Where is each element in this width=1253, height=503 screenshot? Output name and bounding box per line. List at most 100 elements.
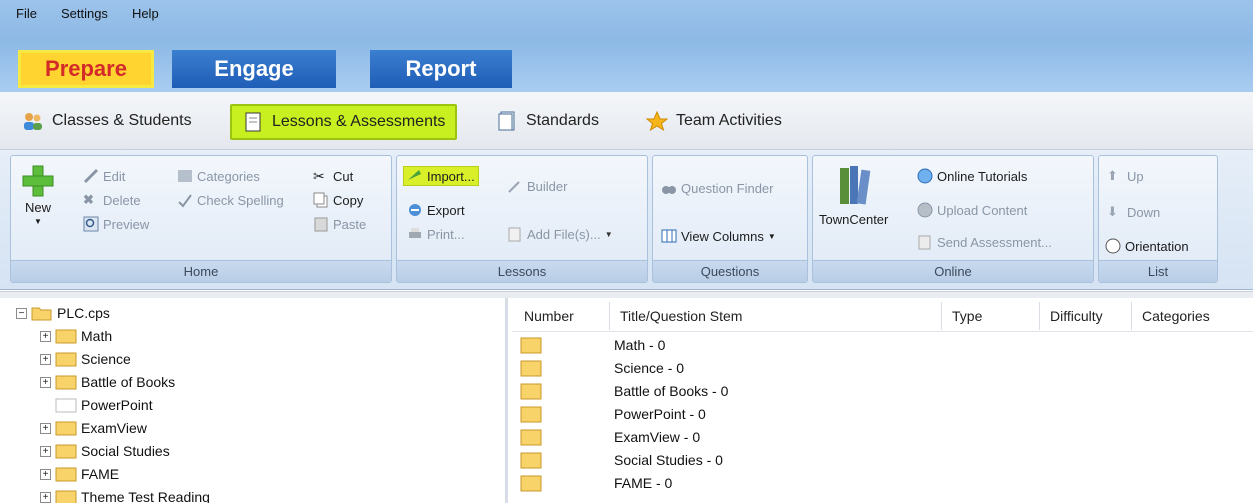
tree-item[interactable]: + FAME [40, 463, 119, 485]
view-columns-button[interactable]: View Columns ▼ [661, 228, 776, 244]
tree-item-label: FAME [81, 466, 120, 482]
expand-icon[interactable]: + [40, 353, 51, 365]
view-columns-label: View Columns [681, 228, 764, 244]
tab-engage[interactable]: Engage [172, 50, 336, 88]
expand-icon[interactable]: + [40, 376, 51, 388]
menu-file[interactable]: File [16, 6, 37, 21]
new-button[interactable]: New ▼ [21, 164, 55, 226]
up-button[interactable]: ⬆ Up [1107, 168, 1144, 184]
column-difficulty[interactable]: Difficulty [1042, 302, 1132, 330]
column-title[interactable]: Title/Question Stem [612, 302, 942, 330]
add-files-button[interactable]: Add File(s)... ▼ [507, 226, 613, 242]
spellcheck-icon [178, 194, 192, 208]
towncenter-button[interactable]: TownCenter [819, 164, 888, 227]
row-title: Social Studies - 0 [614, 452, 723, 468]
table-row[interactable]: Science - 0 [520, 357, 684, 379]
subnav-team-label: Team Activities [676, 112, 782, 129]
pencil-icon [83, 168, 99, 184]
columns-icon [661, 229, 677, 243]
open-folder-icon [31, 307, 52, 321]
delete-button[interactable]: ✖ Delete [83, 192, 141, 208]
tree-item[interactable]: PowerPoint [55, 394, 153, 416]
magnifier-icon [83, 216, 99, 232]
menu-help[interactable]: Help [132, 6, 159, 21]
table-row[interactable]: Math - 0 [520, 334, 665, 356]
table-row[interactable]: Social Studies - 0 [520, 449, 723, 471]
content-list-pane: Number Title/Question Stem Type Difficul… [512, 298, 1253, 503]
row-title: FAME - 0 [614, 475, 673, 491]
tree-item[interactable]: + Battle of Books [40, 371, 175, 393]
towncenter-label: TownCenter [819, 212, 889, 227]
import-button[interactable]: Import... [403, 166, 479, 186]
orientation-button[interactable]: Orientation [1105, 238, 1189, 254]
export-icon [409, 204, 421, 216]
folder-icon [55, 421, 77, 436]
expand-icon[interactable]: + [40, 422, 51, 434]
tab-report[interactable]: Report [370, 50, 512, 88]
print-button[interactable]: Print... [407, 226, 465, 242]
column-categories[interactable]: Categories [1134, 302, 1253, 330]
copy-button[interactable]: Copy [313, 192, 363, 208]
import-arrow-icon [408, 170, 421, 180]
export-button[interactable]: Export [407, 202, 465, 218]
ribbon-group-online: TownCenter Online Tutorials Upload Conte… [812, 155, 1094, 283]
orientation-circle-icon [1105, 238, 1121, 254]
home-group-footer: Home [11, 260, 391, 282]
expand-icon[interactable]: + [40, 445, 51, 457]
new-label: New [24, 200, 51, 215]
upload-globe-icon [917, 202, 933, 218]
table-row[interactable]: PowerPoint - 0 [520, 403, 706, 425]
tree-item-label: Math [81, 328, 113, 344]
subnav-team-activities[interactable]: Team Activities [646, 106, 782, 136]
edit-button[interactable]: Edit [83, 168, 125, 184]
column-header-row: Number Title/Question Stem Type Difficul… [512, 298, 1253, 332]
categories-button[interactable]: Categories [177, 168, 260, 184]
folder-icon [55, 467, 77, 482]
table-row[interactable]: Battle of Books - 0 [520, 380, 728, 402]
delete-label: Delete [103, 192, 141, 208]
builder-button[interactable]: Builder [507, 178, 567, 194]
check-spelling-button[interactable]: Check Spelling [177, 192, 284, 208]
subnav-lessons-assessments[interactable]: Lessons & Assessments [230, 104, 458, 140]
tree-item[interactable]: + Science [40, 348, 131, 370]
expand-icon[interactable]: + [40, 468, 51, 480]
copy-icon [313, 192, 328, 208]
builder-label: Builder [527, 178, 568, 194]
column-number[interactable]: Number [516, 302, 610, 330]
tree-item-label: ExamView [81, 420, 147, 436]
tab-prepare[interactable]: Prepare [18, 50, 154, 88]
pane-divider[interactable] [0, 291, 1253, 298]
list-group-footer: List [1099, 260, 1217, 282]
folder-icon [520, 406, 542, 423]
paste-button[interactable]: Paste [313, 216, 366, 232]
column-type[interactable]: Type [944, 302, 1040, 330]
cut-button[interactable]: ✂ Cut [313, 168, 353, 184]
subnav-classes-students[interactable]: Classes & Students [22, 106, 192, 136]
table-row[interactable]: ExamView - 0 [520, 426, 700, 448]
print-label: Print... [427, 226, 465, 242]
expand-icon[interactable]: + [40, 330, 51, 342]
upload-content-button[interactable]: Upload Content [917, 202, 1027, 218]
orientation-label: Orientation [1125, 238, 1189, 254]
paste-icon [314, 217, 328, 232]
tree-item[interactable]: + ExamView [40, 417, 147, 439]
table-row[interactable]: FAME - 0 [520, 472, 672, 494]
document-icon [245, 112, 261, 132]
tree-item[interactable]: + Math [40, 325, 112, 347]
tree-root[interactable]: − PLC.cps [16, 302, 110, 324]
tree-item[interactable]: + Theme Test Reading [40, 486, 210, 503]
import-label: Import... [427, 168, 475, 184]
add-files-label: Add File(s)... [527, 226, 601, 242]
send-assessment-button[interactable]: Send Assessment... [917, 234, 1052, 250]
expand-icon[interactable]: + [40, 491, 51, 503]
send-assessment-label: Send Assessment... [937, 234, 1052, 250]
online-tutorials-button[interactable]: Online Tutorials [917, 168, 1027, 184]
preview-button[interactable]: Preview [83, 216, 149, 232]
subnav-standards[interactable]: Standards [496, 106, 599, 136]
collapse-icon[interactable]: − [16, 307, 27, 319]
folder-icon [55, 329, 77, 344]
menu-settings[interactable]: Settings [61, 6, 108, 21]
down-button[interactable]: ⬇ Down [1107, 204, 1160, 220]
tree-item[interactable]: + Social Studies [40, 440, 170, 462]
question-finder-button[interactable]: Question Finder [661, 180, 774, 196]
